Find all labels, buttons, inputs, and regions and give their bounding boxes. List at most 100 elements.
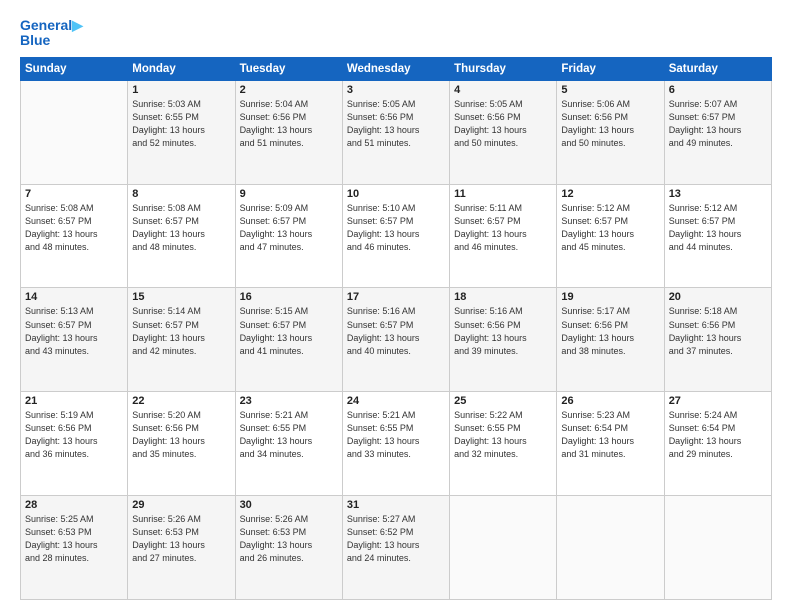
col-header-monday: Monday: [128, 57, 235, 80]
day-info: Sunrise: 5:19 AM Sunset: 6:56 PM Dayligh…: [25, 409, 123, 461]
day-info: Sunrise: 5:12 AM Sunset: 6:57 PM Dayligh…: [669, 202, 767, 254]
day-info: Sunrise: 5:06 AM Sunset: 6:56 PM Dayligh…: [561, 98, 659, 150]
col-header-friday: Friday: [557, 57, 664, 80]
day-number: 23: [240, 395, 338, 407]
day-info: Sunrise: 5:20 AM Sunset: 6:56 PM Dayligh…: [132, 409, 230, 461]
day-number: 24: [347, 395, 445, 407]
page: General▶ Blue SundayMondayTuesdayWednesd…: [0, 0, 792, 612]
day-info: Sunrise: 5:05 AM Sunset: 6:56 PM Dayligh…: [347, 98, 445, 150]
calendar-week-row: 28 Sunrise: 5:25 AM Sunset: 6:53 PM Dayli…: [21, 496, 772, 600]
day-number: 6: [669, 84, 767, 96]
day-number: 9: [240, 188, 338, 200]
calendar-cell: 19 Sunrise: 5:17 AM Sunset: 6:56 PM Dayli…: [557, 288, 664, 392]
day-number: 18: [454, 291, 552, 303]
calendar-cell: 16 Sunrise: 5:15 AM Sunset: 6:57 PM Dayli…: [235, 288, 342, 392]
calendar-header-row: SundayMondayTuesdayWednesdayThursdayFrid…: [21, 57, 772, 80]
day-info: Sunrise: 5:15 AM Sunset: 6:57 PM Dayligh…: [240, 305, 338, 357]
day-info: Sunrise: 5:26 AM Sunset: 6:53 PM Dayligh…: [132, 513, 230, 565]
day-info: Sunrise: 5:16 AM Sunset: 6:57 PM Dayligh…: [347, 305, 445, 357]
day-number: 27: [669, 395, 767, 407]
day-info: Sunrise: 5:09 AM Sunset: 6:57 PM Dayligh…: [240, 202, 338, 254]
day-info: Sunrise: 5:10 AM Sunset: 6:57 PM Dayligh…: [347, 202, 445, 254]
calendar-cell: 13 Sunrise: 5:12 AM Sunset: 6:57 PM Dayli…: [664, 184, 771, 288]
day-number: 2: [240, 84, 338, 96]
calendar-cell: 15 Sunrise: 5:14 AM Sunset: 6:57 PM Dayli…: [128, 288, 235, 392]
calendar-cell: 5 Sunrise: 5:06 AM Sunset: 6:56 PM Daylig…: [557, 80, 664, 184]
calendar-cell: 18 Sunrise: 5:16 AM Sunset: 6:56 PM Dayli…: [450, 288, 557, 392]
col-header-sunday: Sunday: [21, 57, 128, 80]
day-info: Sunrise: 5:16 AM Sunset: 6:56 PM Dayligh…: [454, 305, 552, 357]
calendar-cell: 7 Sunrise: 5:08 AM Sunset: 6:57 PM Daylig…: [21, 184, 128, 288]
day-info: Sunrise: 5:21 AM Sunset: 6:55 PM Dayligh…: [240, 409, 338, 461]
day-number: 12: [561, 188, 659, 200]
calendar-cell: [664, 496, 771, 600]
day-info: Sunrise: 5:25 AM Sunset: 6:53 PM Dayligh…: [25, 513, 123, 565]
day-number: 26: [561, 395, 659, 407]
calendar-cell: 8Sunrise: 5:08 AM Sunset: 6:57 PM Daylig…: [128, 184, 235, 288]
day-info: Sunrise: 5:22 AM Sunset: 6:55 PM Dayligh…: [454, 409, 552, 461]
day-info: Sunrise: 5:13 AM Sunset: 6:57 PM Dayligh…: [25, 305, 123, 357]
calendar-cell: 10 Sunrise: 5:10 AM Sunset: 6:57 PM Dayli…: [342, 184, 449, 288]
day-number: 17: [347, 291, 445, 303]
day-number: 8: [132, 188, 230, 200]
calendar-cell: 11 Sunrise: 5:11 AM Sunset: 6:57 PM Dayli…: [450, 184, 557, 288]
calendar-table: SundayMondayTuesdayWednesdayThursdayFrid…: [20, 57, 772, 600]
calendar-cell: 20Sunrise: 5:18 AM Sunset: 6:56 PM Dayli…: [664, 288, 771, 392]
day-info: Sunrise: 5:08 AM Sunset: 6:57 PM Dayligh…: [25, 202, 123, 254]
day-info: Sunrise: 5:04 AM Sunset: 6:56 PM Dayligh…: [240, 98, 338, 150]
calendar-cell: [21, 80, 128, 184]
calendar-cell: 28 Sunrise: 5:25 AM Sunset: 6:53 PM Dayli…: [21, 496, 128, 600]
day-number: 31: [347, 499, 445, 511]
col-header-tuesday: Tuesday: [235, 57, 342, 80]
day-number: 15: [132, 291, 230, 303]
calendar-cell: 24Sunrise: 5:21 AM Sunset: 6:55 PM Dayli…: [342, 392, 449, 496]
day-number: 13: [669, 188, 767, 200]
day-number: 1: [132, 84, 230, 96]
calendar-week-row: 21 Sunrise: 5:19 AM Sunset: 6:56 PM Dayli…: [21, 392, 772, 496]
calendar-cell: 26 Sunrise: 5:23 AM Sunset: 6:54 PM Dayli…: [557, 392, 664, 496]
day-number: 25: [454, 395, 552, 407]
calendar-cell: 3 Sunrise: 5:05 AM Sunset: 6:56 PM Daylig…: [342, 80, 449, 184]
day-number: 10: [347, 188, 445, 200]
calendar-cell: 27 Sunrise: 5:24 AM Sunset: 6:54 PM Dayli…: [664, 392, 771, 496]
day-info: Sunrise: 5:27 AM Sunset: 6:52 PM Dayligh…: [347, 513, 445, 565]
day-number: 16: [240, 291, 338, 303]
calendar-cell: [557, 496, 664, 600]
calendar-cell: 23 Sunrise: 5:21 AM Sunset: 6:55 PM Dayli…: [235, 392, 342, 496]
calendar-cell: 29 Sunrise: 5:26 AM Sunset: 6:53 PM Dayli…: [128, 496, 235, 600]
logo: General▶ Blue: [20, 18, 83, 49]
day-info: Sunrise: 5:14 AM Sunset: 6:57 PM Dayligh…: [132, 305, 230, 357]
calendar-cell: 12 Sunrise: 5:12 AM Sunset: 6:57 PM Dayli…: [557, 184, 664, 288]
day-number: 4: [454, 84, 552, 96]
calendar-cell: 21 Sunrise: 5:19 AM Sunset: 6:56 PM Dayli…: [21, 392, 128, 496]
day-number: 14: [25, 291, 123, 303]
day-number: 5: [561, 84, 659, 96]
col-header-wednesday: Wednesday: [342, 57, 449, 80]
calendar-cell: 31 Sunrise: 5:27 AM Sunset: 6:52 PM Dayli…: [342, 496, 449, 600]
calendar-week-row: 7 Sunrise: 5:08 AM Sunset: 6:57 PM Daylig…: [21, 184, 772, 288]
col-header-thursday: Thursday: [450, 57, 557, 80]
day-info: Sunrise: 5:23 AM Sunset: 6:54 PM Dayligh…: [561, 409, 659, 461]
calendar-cell: [450, 496, 557, 600]
day-info: Sunrise: 5:12 AM Sunset: 6:57 PM Dayligh…: [561, 202, 659, 254]
day-info: Sunrise: 5:03 AM Sunset: 6:55 PM Dayligh…: [132, 98, 230, 150]
day-info: Sunrise: 5:24 AM Sunset: 6:54 PM Dayligh…: [669, 409, 767, 461]
day-number: 22: [132, 395, 230, 407]
day-number: 21: [25, 395, 123, 407]
day-number: 3: [347, 84, 445, 96]
col-header-saturday: Saturday: [664, 57, 771, 80]
day-number: 29: [132, 499, 230, 511]
day-number: 20: [669, 291, 767, 303]
day-number: 7: [25, 188, 123, 200]
calendar-cell: 22 Sunrise: 5:20 AM Sunset: 6:56 PM Dayli…: [128, 392, 235, 496]
calendar-cell: 1 Sunrise: 5:03 AM Sunset: 6:55 PM Daylig…: [128, 80, 235, 184]
day-number: 19: [561, 291, 659, 303]
header: General▶ Blue: [20, 18, 772, 49]
day-info: Sunrise: 5:07 AM Sunset: 6:57 PM Dayligh…: [669, 98, 767, 150]
calendar-cell: 2 Sunrise: 5:04 AM Sunset: 6:56 PM Daylig…: [235, 80, 342, 184]
day-number: 28: [25, 499, 123, 511]
day-info: Sunrise: 5:11 AM Sunset: 6:57 PM Dayligh…: [454, 202, 552, 254]
day-number: 11: [454, 188, 552, 200]
day-info: Sunrise: 5:17 AM Sunset: 6:56 PM Dayligh…: [561, 305, 659, 357]
calendar-cell: 30Sunrise: 5:26 AM Sunset: 6:53 PM Dayli…: [235, 496, 342, 600]
